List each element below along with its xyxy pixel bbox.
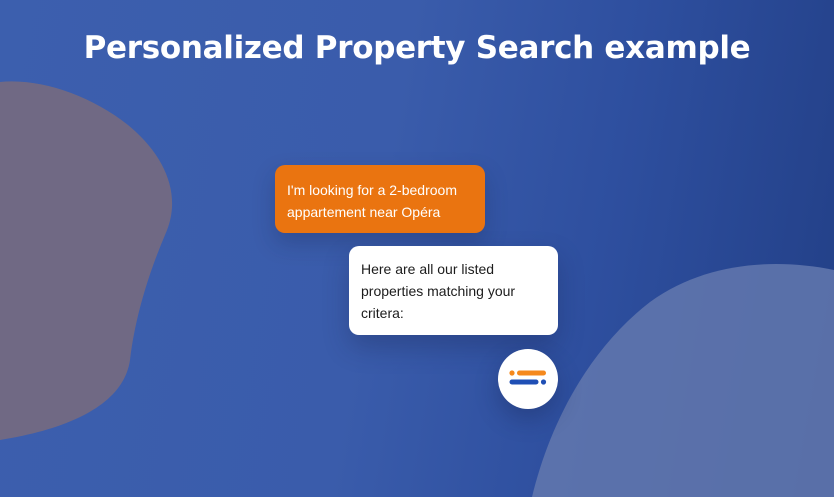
bot-avatar bbox=[498, 349, 558, 409]
user-message-text: I'm looking for a 2-bedroom appartement … bbox=[287, 182, 457, 220]
bot-message-bubble: Here are all our listed properties match… bbox=[349, 246, 558, 335]
bot-logo-icon bbox=[509, 370, 547, 385]
user-message-bubble: I'm looking for a 2-bedroom appartement … bbox=[275, 165, 485, 233]
page-title: Personalized Property Search example bbox=[83, 30, 751, 66]
bot-message-text: Here are all our listed properties match… bbox=[361, 261, 516, 321]
